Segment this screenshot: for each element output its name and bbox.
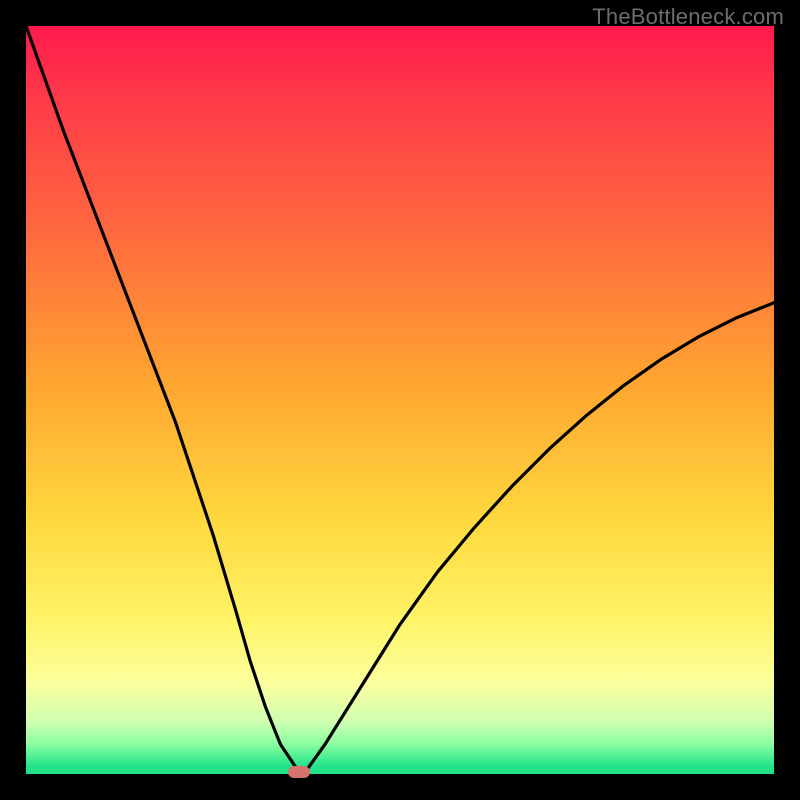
watermark-text: TheBottleneck.com	[592, 4, 784, 30]
chart-frame: TheBottleneck.com	[0, 0, 800, 800]
bottleneck-curve	[26, 26, 774, 774]
plot-area	[26, 26, 774, 774]
optimal-point-marker	[288, 766, 310, 778]
